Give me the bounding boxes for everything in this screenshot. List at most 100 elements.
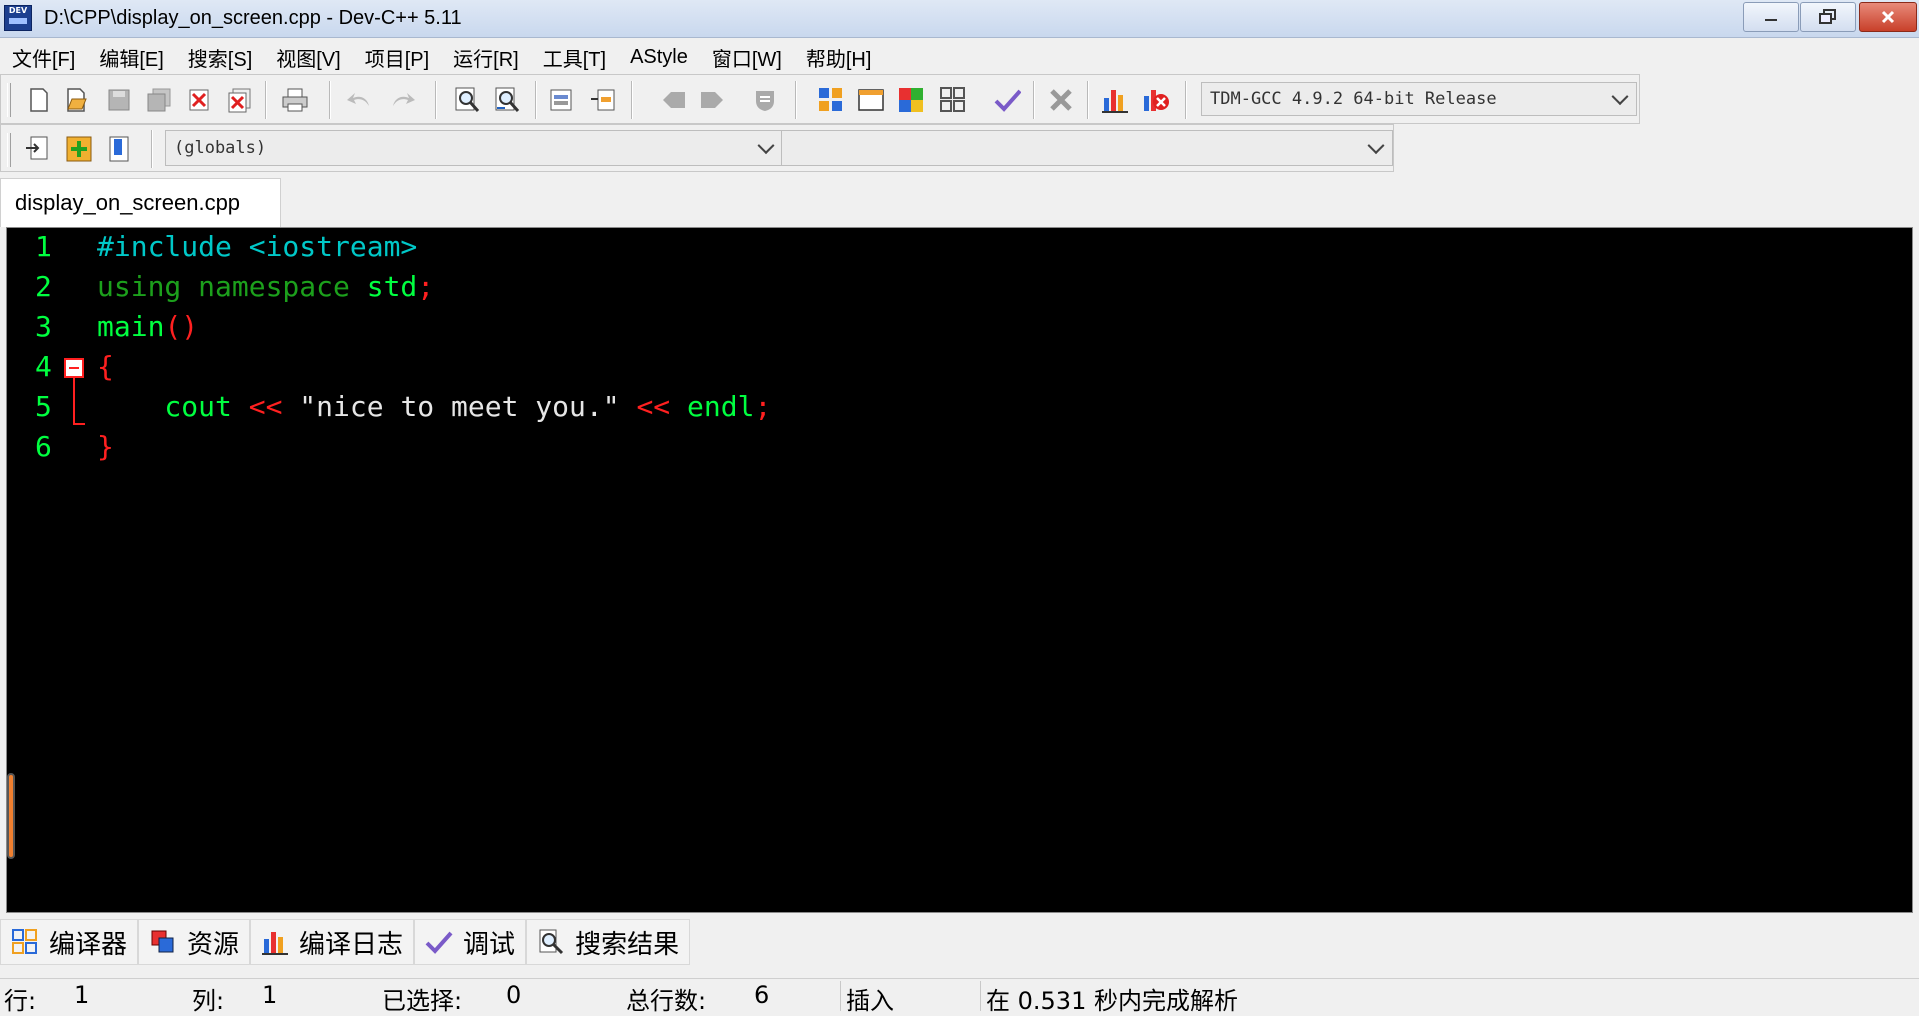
open-file-icon[interactable] xyxy=(63,86,91,114)
close-icon xyxy=(1881,10,1895,24)
status-divider xyxy=(980,981,981,1011)
minimize-icon xyxy=(1765,19,1777,21)
menu-project[interactable]: 项目[P] xyxy=(353,43,441,72)
toolbar-separator xyxy=(1185,81,1187,119)
undo-icon[interactable] xyxy=(345,86,373,114)
status-row-label: 行: xyxy=(4,987,37,1015)
rebuild-all-icon[interactable] xyxy=(939,86,967,114)
code-line: cout << "nice to meet you." << endl; xyxy=(97,390,771,423)
save-all-icon[interactable] xyxy=(145,86,173,114)
editor-scroll-thumb[interactable] xyxy=(7,773,15,859)
menu-view[interactable]: 视图[V] xyxy=(264,43,352,72)
goto-bookmark-icon[interactable] xyxy=(105,135,133,163)
line-number: 2 xyxy=(35,270,52,303)
line-number: 3 xyxy=(35,310,52,343)
toolbar-grip[interactable] xyxy=(7,133,11,167)
goto-function-icon[interactable] xyxy=(589,86,617,114)
tab-search-results[interactable]: 搜索结果 xyxy=(526,919,691,965)
menu-file[interactable]: 文件[F] xyxy=(0,43,87,72)
chevron-down-icon xyxy=(1611,88,1629,106)
code-token-str: "nice to meet you." xyxy=(282,390,637,423)
code-token-sym: ; xyxy=(754,390,772,423)
status-selected-value: 0 xyxy=(506,981,522,1009)
menu-window[interactable]: 窗口[W] xyxy=(700,43,794,72)
code-token-pp: #include <iostream> xyxy=(97,230,418,263)
status-divider xyxy=(840,981,841,1011)
bar-chart-icon xyxy=(261,928,289,956)
menu-astyle[interactable]: AStyle xyxy=(618,46,700,69)
compiler-select[interactable]: TDM-GCC 4.9.2 64-bit Release xyxy=(1201,82,1637,116)
replace-icon[interactable] xyxy=(493,86,521,114)
class-select[interactable]: (globals) xyxy=(165,130,783,166)
status-insert-mode: 插入 xyxy=(846,987,894,1015)
restore-button[interactable] xyxy=(1800,2,1856,32)
code-line: using namespace std; xyxy=(97,270,434,303)
toolbar-grip[interactable] xyxy=(7,83,11,117)
code-line: } xyxy=(97,430,114,463)
fold-collapse-icon[interactable] xyxy=(64,358,84,378)
goto-line-icon[interactable] xyxy=(547,86,575,114)
tab-display-on-screen[interactable]: display_on_screen.cpp xyxy=(0,178,281,227)
stop-execution-icon[interactable] xyxy=(1047,86,1075,114)
compiler-grid-icon xyxy=(11,928,39,956)
syntax-check-icon[interactable] xyxy=(993,86,1021,114)
line-number: 5 xyxy=(35,390,52,423)
chevron-down-icon xyxy=(1367,137,1385,155)
status-col-value: 1 xyxy=(262,981,278,1009)
close-button[interactable] xyxy=(1859,2,1917,32)
profile-chart-icon[interactable] xyxy=(1101,86,1129,114)
member-select[interactable] xyxy=(781,130,1393,166)
toolbar-separator xyxy=(435,81,437,119)
tab-search-results-label: 搜索结果 xyxy=(575,929,680,960)
menu-bar: 文件[F] 编辑[E] 搜索[S] 视图[V] 项目[P] 运行[R] 工具[T… xyxy=(0,40,1919,74)
menu-tools[interactable]: 工具[T] xyxy=(531,43,618,72)
checkmark-icon xyxy=(425,928,453,956)
status-total-lines-value: 6 xyxy=(754,981,770,1009)
close-file-icon[interactable] xyxy=(185,86,213,114)
toolbar-separator xyxy=(1033,81,1035,119)
fold-guide-end xyxy=(73,423,85,425)
code-token-id: main xyxy=(97,310,165,343)
toolbar-separator xyxy=(265,81,267,119)
save-icon[interactable] xyxy=(105,86,133,114)
minimize-button[interactable] xyxy=(1743,2,1799,32)
run-icon[interactable] xyxy=(857,86,885,114)
code-token-id: cout xyxy=(97,390,249,423)
code-token-sym: ; xyxy=(417,270,435,303)
tab-debug[interactable]: 调试 xyxy=(414,919,527,965)
code-editor[interactable]: 1 2 3 4 5 6 #include <iostream> using na… xyxy=(6,227,1913,913)
code-token-id: endl xyxy=(670,390,755,423)
tab-compiler[interactable]: 编译器 xyxy=(0,919,139,965)
redo-icon[interactable] xyxy=(389,86,417,114)
compile-icon[interactable] xyxy=(817,86,845,114)
devcpp-app-icon[interactable]: DEV xyxy=(4,5,32,31)
menu-search[interactable]: 搜索[S] xyxy=(176,43,264,72)
code-token-sym: () xyxy=(164,310,199,343)
remove-from-project-icon[interactable] xyxy=(699,86,727,114)
menu-help[interactable]: 帮助[H] xyxy=(794,43,884,72)
menu-edit[interactable]: 编辑[E] xyxy=(87,43,175,72)
compile-run-icon[interactable] xyxy=(897,86,925,114)
toolbar-separator xyxy=(1087,81,1089,119)
toolbar-separator xyxy=(631,81,633,119)
tab-compile-log[interactable]: 编译日志 xyxy=(250,919,415,965)
new-file-icon[interactable] xyxy=(25,86,53,114)
tab-resources[interactable]: 资源 xyxy=(138,919,251,965)
find-icon[interactable] xyxy=(453,86,481,114)
resources-icon xyxy=(149,928,177,956)
code-token-sym: } xyxy=(97,430,114,463)
toolbar-separator xyxy=(535,81,537,119)
menu-run[interactable]: 运行[R] xyxy=(441,43,531,72)
print-icon[interactable] xyxy=(281,86,309,114)
close-all-icon[interactable] xyxy=(225,86,253,114)
main-toolbar: TDM-GCC 4.9.2 64-bit Release xyxy=(0,74,1640,124)
project-options-icon[interactable] xyxy=(751,86,779,114)
toggle-bookmark-icon[interactable] xyxy=(65,135,93,163)
add-to-project-icon[interactable] xyxy=(659,86,687,114)
code-token-sym: << xyxy=(248,390,283,423)
insert-icon[interactable] xyxy=(23,135,51,163)
code-line: { xyxy=(97,350,114,383)
line-number: 1 xyxy=(35,230,52,263)
delete-profile-icon[interactable] xyxy=(1141,86,1169,114)
status-selected-label: 已选择: xyxy=(382,987,463,1015)
